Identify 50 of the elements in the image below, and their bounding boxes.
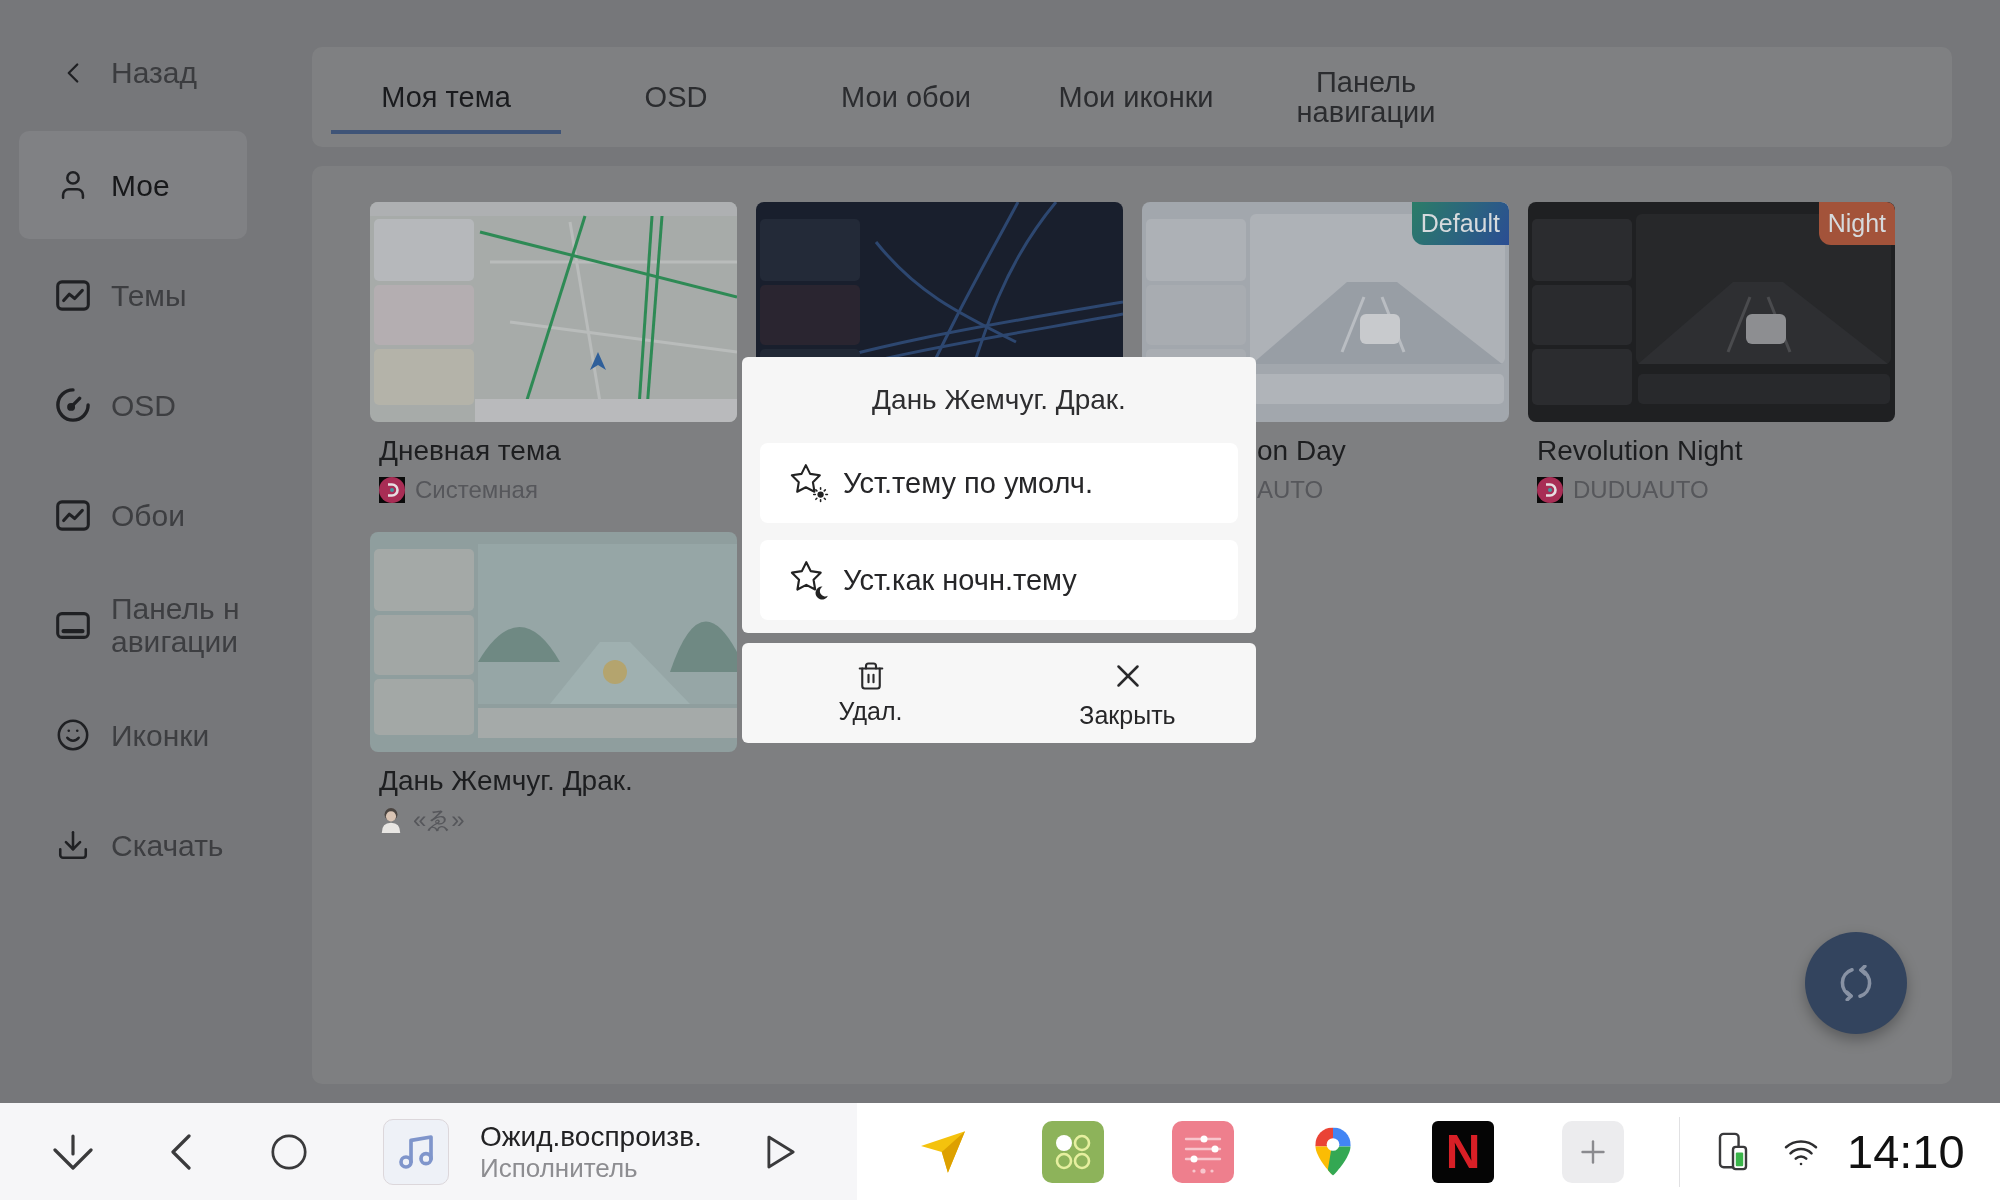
home-icon[interactable] xyxy=(271,1133,307,1170)
smile-icon xyxy=(56,718,90,752)
dialog-title: Дань Жемчуг. Драк. xyxy=(871,383,1127,417)
star-sun-icon xyxy=(789,463,829,503)
clock-time: 14:10 xyxy=(1847,1124,1965,1179)
tab[interactable]: Мои обои xyxy=(791,47,1021,147)
sidebar-item[interactable]: Скачать xyxy=(19,791,247,899)
delete-button[interactable]: Удал. xyxy=(742,643,999,743)
sidebar-item[interactable]: Иконки xyxy=(19,681,247,789)
tab[interactable]: Мои иконки xyxy=(1021,47,1251,147)
author-logo-icon xyxy=(1537,477,1563,503)
map-pin-icon[interactable] xyxy=(1314,1126,1352,1177)
track-title: Ожид.воспроизв. xyxy=(480,1119,703,1153)
equalizer-icon[interactable] xyxy=(1172,1120,1234,1183)
theme-title: Revolution Night xyxy=(1536,434,1744,468)
sidebar-item[interactable]: Мое xyxy=(19,131,247,239)
sync-icon xyxy=(1838,965,1874,1001)
menu-option[interactable]: Уст.тему по умолч. xyxy=(760,443,1238,523)
track-artist: Исполнитель xyxy=(480,1152,639,1184)
sidebar-item[interactable]: Обои xyxy=(19,461,247,569)
author-logo-icon xyxy=(379,477,405,503)
plus-icon[interactable] xyxy=(1562,1120,1624,1183)
back-icon[interactable] xyxy=(171,1133,191,1170)
sidebar-item[interactable]: OSD xyxy=(19,351,247,459)
picture-icon xyxy=(56,279,90,311)
theme-title: on Day xyxy=(1256,434,1347,468)
close-button[interactable]: Закрыть xyxy=(999,643,1256,743)
sidebar-item[interactable]: Панель навигации xyxy=(19,571,247,679)
sidebar-item[interactable]: Темы xyxy=(19,241,247,349)
picture-icon xyxy=(56,499,90,531)
theme-title: Дань Жемчуг. Драк. xyxy=(378,764,634,798)
phone-battery-icon xyxy=(1718,1132,1748,1171)
theme-title: Дневная тема xyxy=(378,434,562,468)
navigation-arrow-icon[interactable] xyxy=(921,1130,965,1173)
avatar-icon xyxy=(379,807,403,833)
app-grid-icon[interactable] xyxy=(1042,1120,1104,1183)
tab[interactable]: Панель навигации xyxy=(1251,47,1481,147)
music-note-icon[interactable] xyxy=(383,1118,449,1185)
star-moon-icon xyxy=(789,560,829,600)
gauge-icon xyxy=(56,388,90,422)
app-button[interactable]: N xyxy=(1432,1120,1494,1183)
back-button[interactable]: Назад xyxy=(19,43,247,103)
theme-badge: Default xyxy=(1411,202,1509,245)
menu-option[interactable]: Уст.как ночн.тему xyxy=(760,540,1238,620)
panel-icon xyxy=(56,610,90,640)
download-icon xyxy=(56,828,90,862)
tab[interactable]: OSD xyxy=(561,47,791,147)
play-icon[interactable] xyxy=(767,1134,795,1169)
tab[interactable]: Моя тема xyxy=(331,47,561,147)
theme-badge: Night xyxy=(1818,202,1895,245)
